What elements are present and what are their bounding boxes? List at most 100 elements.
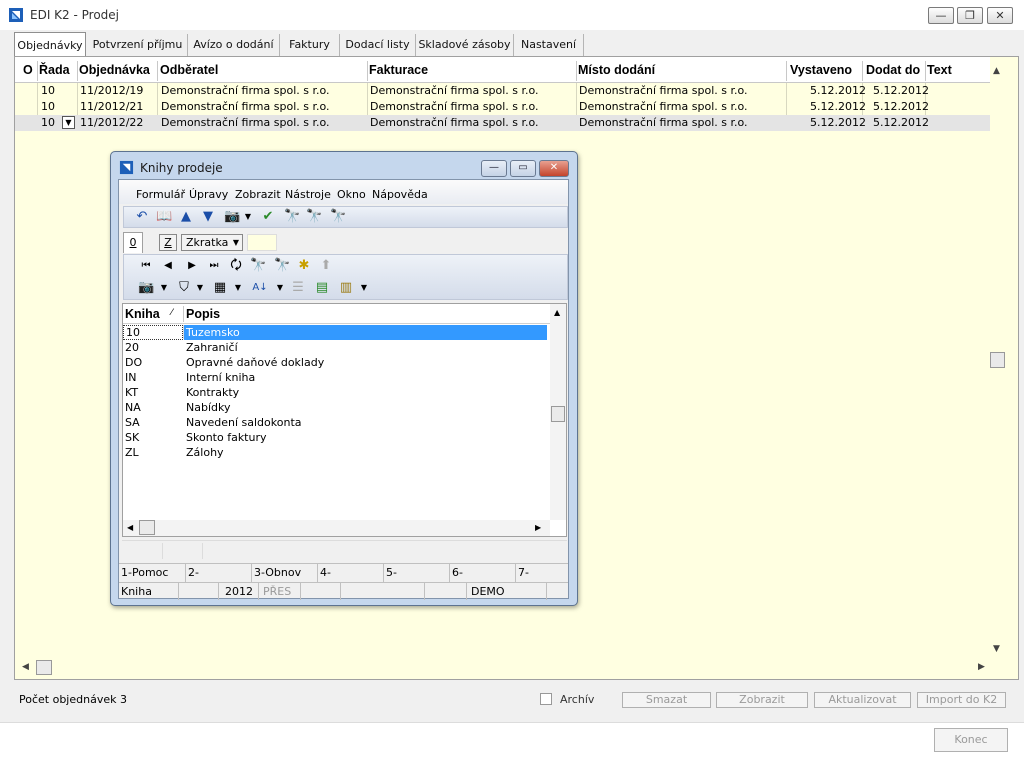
book-icon[interactable]: 📖 bbox=[156, 209, 172, 225]
filter-icon[interactable]: ⛉ bbox=[176, 280, 192, 296]
list-item[interactable]: Nabídky bbox=[186, 400, 230, 415]
list-item[interactable]: Navedení saldokonta bbox=[186, 415, 302, 430]
aktualizovat-button[interactable]: Aktualizovat bbox=[814, 692, 911, 708]
chevron-down-icon[interactable]: ▼ bbox=[230, 280, 246, 296]
col-o[interactable]: O bbox=[23, 63, 33, 77]
list-item-code[interactable]: IN bbox=[125, 370, 136, 385]
arrow-down-icon[interactable]: ▼ bbox=[200, 209, 216, 225]
menu-okno[interactable]: Okno bbox=[337, 188, 366, 201]
knihy-vertical-scrollbar[interactable]: ▲ bbox=[550, 304, 566, 520]
excel-export-icon[interactable]: ▤ bbox=[314, 280, 330, 296]
tab-0[interactable]: 0 bbox=[123, 232, 143, 253]
tab-faktury[interactable]: Faktury bbox=[280, 34, 340, 56]
knihy-horizontal-scrollbar[interactable]: ◀ ▶ bbox=[123, 520, 550, 536]
list-item[interactable]: Skonto faktury bbox=[186, 430, 267, 445]
grid-horizontal-scrollbar[interactable]: ◀ ▶ bbox=[16, 660, 990, 676]
list-item[interactable]: Kontrakty bbox=[186, 385, 239, 400]
report-icon[interactable]: ▥ bbox=[338, 280, 354, 296]
filter-check-icon[interactable]: ✔ bbox=[260, 209, 276, 225]
list-item-code[interactable]: DO bbox=[125, 355, 142, 370]
col-odberatel[interactable]: Odběratel bbox=[160, 63, 218, 77]
close-button[interactable]: ✕ bbox=[987, 7, 1013, 24]
camera-icon[interactable]: 📷 bbox=[224, 209, 240, 225]
f5-key[interactable]: 5- bbox=[384, 564, 450, 582]
smazat-button[interactable]: Smazat bbox=[622, 692, 711, 708]
binoculars-next-icon[interactable]: 🔭 bbox=[306, 209, 322, 225]
col-kniha[interactable]: Kniha bbox=[125, 307, 160, 321]
import-do-k2-button[interactable]: Import do K2 bbox=[917, 692, 1006, 708]
menu-upravy[interactable]: Úpravy bbox=[189, 188, 228, 201]
tab-dodaci-listy[interactable]: Dodací listy bbox=[340, 34, 416, 56]
list-item-code[interactable]: KT bbox=[125, 385, 138, 400]
tab-skladove-zasoby[interactable]: Skladové zásoby bbox=[416, 34, 514, 56]
scroll-down-icon[interactable]: ▼ bbox=[993, 644, 1000, 654]
list-item[interactable]: Zálohy bbox=[186, 445, 224, 460]
archiv-checkbox[interactable] bbox=[540, 693, 552, 705]
dialog-close-button[interactable]: ✕ bbox=[539, 160, 569, 177]
search-icon[interactable]: 🔭 bbox=[250, 258, 266, 274]
binoculars-prev-icon[interactable]: 🔭 bbox=[330, 209, 346, 225]
dialog-minimize-button[interactable]: — bbox=[481, 160, 507, 177]
tab-avizo-o-dodani[interactable]: Avízo o dodání bbox=[188, 34, 280, 56]
col-rada[interactable]: Řada bbox=[39, 63, 70, 77]
list-item-code[interactable]: SA bbox=[125, 415, 140, 430]
f6-key[interactable]: 6- bbox=[450, 564, 516, 582]
last-record-icon[interactable]: ⏭ bbox=[206, 258, 222, 274]
list-item-code[interactable]: 20 bbox=[125, 340, 139, 355]
chevron-down-icon[interactable]: ▼ bbox=[356, 280, 372, 296]
scroll-right-icon[interactable]: ▶ bbox=[978, 662, 985, 672]
refresh-icon[interactable]: 🗘 bbox=[228, 258, 244, 274]
konec-button[interactable]: Konec bbox=[934, 728, 1008, 752]
col-misto-dodani[interactable]: Místo dodání bbox=[578, 63, 655, 77]
list-item-code[interactable]: SK bbox=[125, 430, 139, 445]
horizontal-scroll-thumb[interactable] bbox=[139, 520, 155, 535]
minimize-button[interactable]: — bbox=[928, 7, 954, 24]
col-fakturace[interactable]: Fakturace bbox=[369, 63, 428, 77]
undo-icon[interactable]: ↶ bbox=[134, 209, 150, 225]
table-row[interactable]: 10 11/2012/19 Demonstrační firma spol. s… bbox=[15, 83, 990, 99]
columns-icon[interactable]: ▦ bbox=[212, 280, 228, 296]
prev-record-icon[interactable]: ◀ bbox=[160, 258, 176, 274]
tab-potvrzeni-prijmu[interactable]: Potvrzení příjmu bbox=[88, 34, 188, 56]
col-popis[interactable]: Popis bbox=[186, 307, 220, 321]
f1-pomoc-key[interactable]: 1-Pomoc bbox=[119, 564, 186, 582]
chevron-down-icon[interactable]: ▼ bbox=[192, 280, 208, 296]
filter-input[interactable] bbox=[247, 234, 277, 251]
arrow-up-icon[interactable]: ▲ bbox=[178, 209, 194, 225]
vertical-scroll-thumb[interactable] bbox=[551, 406, 565, 422]
list-item-code[interactable]: NA bbox=[125, 400, 141, 415]
scroll-left-icon[interactable]: ◀ bbox=[127, 523, 133, 532]
add-star-icon[interactable]: ✱ bbox=[296, 258, 312, 274]
f3-obnov-key[interactable]: 3-Obnov bbox=[252, 564, 318, 582]
camera-icon[interactable]: 📷 bbox=[138, 280, 154, 296]
sort-az-icon[interactable]: A↓ bbox=[252, 280, 268, 296]
col-objednavka[interactable]: Objednávka bbox=[79, 63, 150, 77]
menu-zobrazit[interactable]: Zobrazit bbox=[235, 188, 281, 201]
list-item-selected[interactable]: Tuzemsko bbox=[184, 325, 547, 340]
vertical-scroll-thumb[interactable] bbox=[990, 352, 1005, 368]
table-row-selected[interactable]: 10 ▼ 11/2012/22 Demonstrační firma spol.… bbox=[15, 115, 990, 131]
scroll-up-icon[interactable]: ▲ bbox=[554, 308, 560, 317]
restore-button[interactable]: ❐ bbox=[957, 7, 983, 24]
menu-nastroje[interactable]: Nástroje bbox=[285, 188, 331, 201]
col-text[interactable]: Text bbox=[927, 63, 952, 77]
menu-formular[interactable]: Formulář bbox=[136, 188, 185, 201]
list-item[interactable]: Interní kniha bbox=[186, 370, 255, 385]
col-vystaveno[interactable]: Vystaveno bbox=[790, 63, 852, 77]
f7-key[interactable]: 7- bbox=[516, 564, 568, 582]
tab-nastaveni[interactable]: Nastavení bbox=[514, 34, 584, 56]
chevron-down-icon[interactable]: ▼ bbox=[272, 280, 288, 296]
menu-napoveda[interactable]: Nápověda bbox=[372, 188, 428, 201]
z-button[interactable]: Z bbox=[159, 234, 177, 251]
grid-vertical-scrollbar[interactable]: ▲ ▼ bbox=[990, 60, 1006, 660]
f2-key[interactable]: 2- bbox=[186, 564, 252, 582]
row-dropdown-button[interactable]: ▼ bbox=[62, 116, 75, 129]
list-item[interactable]: Opravné daňové doklady bbox=[186, 355, 324, 370]
first-record-icon[interactable]: ⏮ bbox=[138, 258, 154, 274]
list-item-selected-code[interactable]: 10 bbox=[123, 325, 183, 340]
col-dodat-do[interactable]: Dodat do bbox=[866, 63, 920, 77]
chevron-down-icon[interactable]: ▼ bbox=[156, 280, 172, 296]
table-row[interactable]: 10 11/2012/21 Demonstrační firma spol. s… bbox=[15, 99, 990, 115]
f4-key[interactable]: 4- bbox=[318, 564, 384, 582]
dialog-maximize-button[interactable]: ▭ bbox=[510, 160, 536, 177]
